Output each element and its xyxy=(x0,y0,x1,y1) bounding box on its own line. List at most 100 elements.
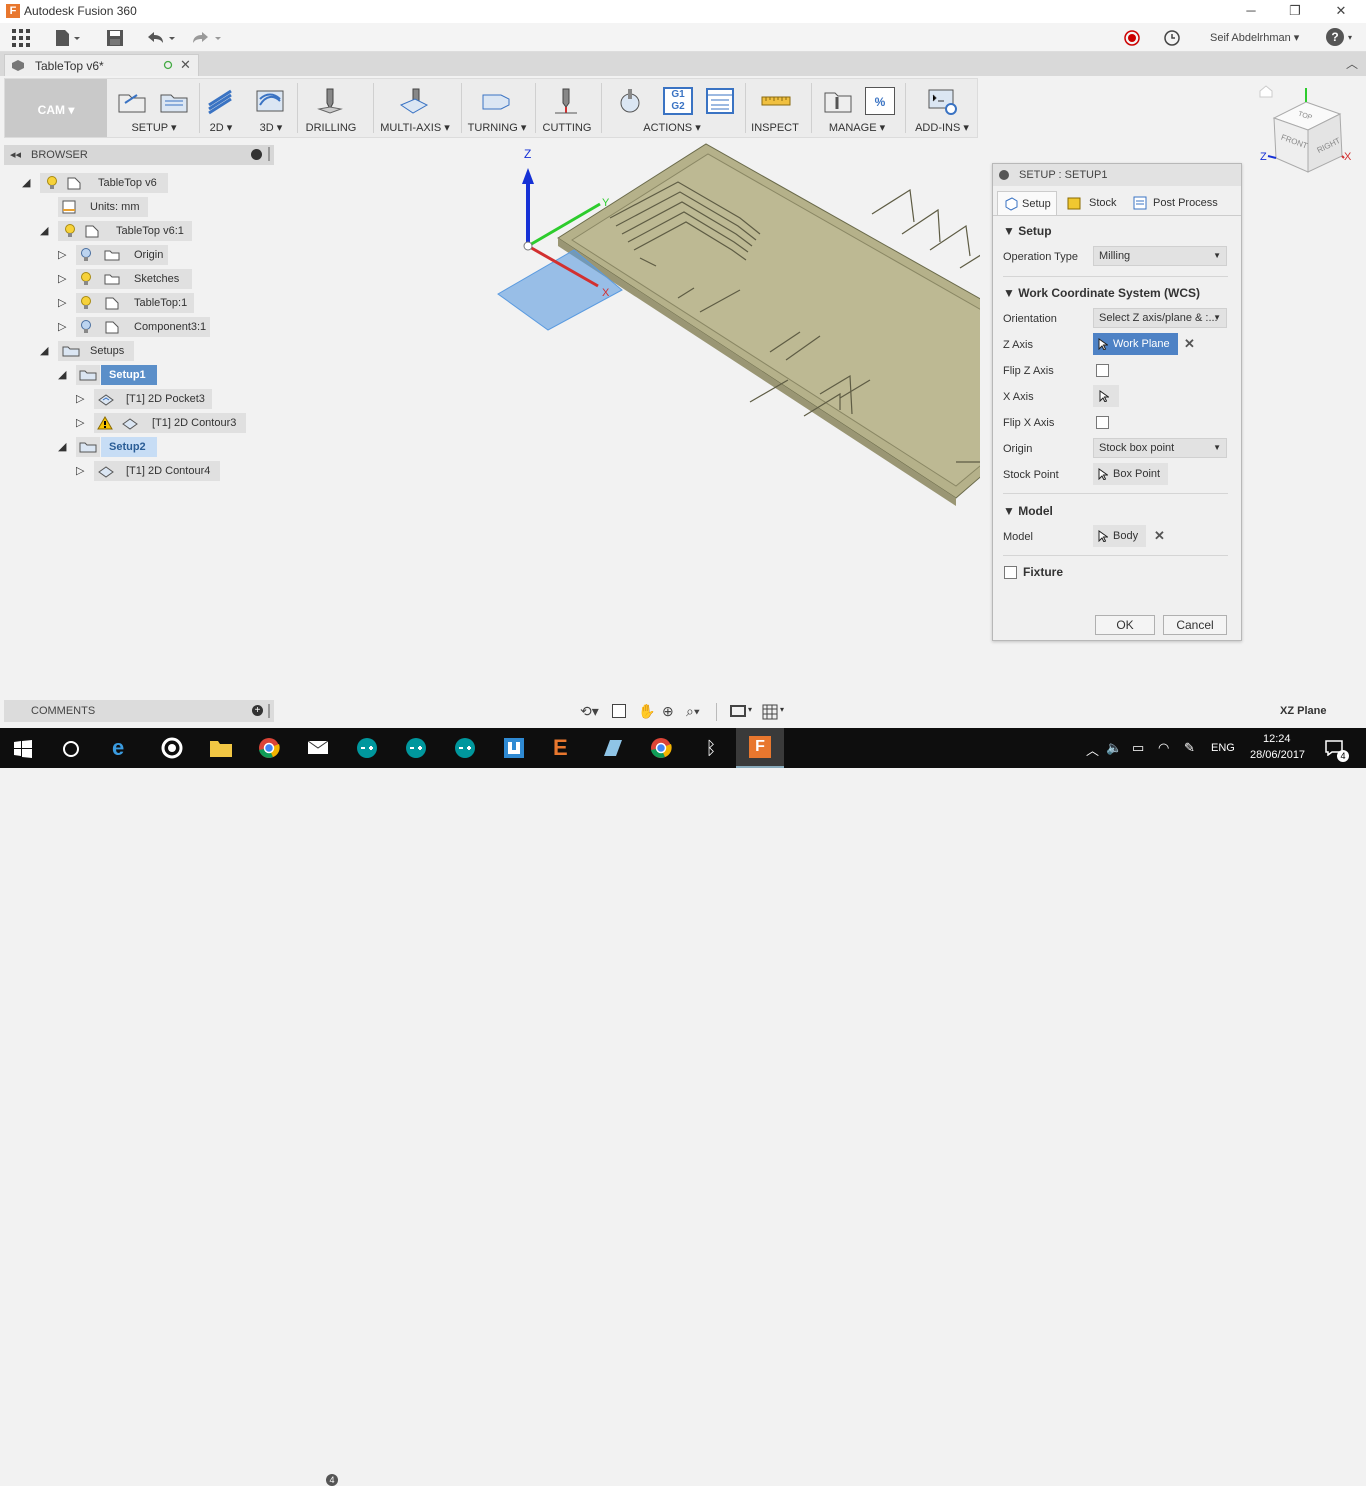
origin-point[interactable] xyxy=(523,241,533,251)
grid-icon[interactable] xyxy=(762,704,778,720)
multi-axis-group[interactable]: MULTI-AXIS ▾ xyxy=(377,79,453,137)
clock-date[interactable]: 28/06/2017 xyxy=(1250,749,1305,761)
tree-node-2d-pocket3[interactable]: [T1] 2D Pocket3 xyxy=(94,389,212,409)
grid-dropdown-icon[interactable]: ▾ xyxy=(780,705,784,714)
tray-expand-icon[interactable]: ︿ xyxy=(1086,740,1099,759)
dialog-title-bar[interactable]: SETUP : SETUP1 xyxy=(993,164,1241,186)
flip-z-checkbox[interactable] xyxy=(1096,364,1109,377)
wifi-icon[interactable]: ◠ xyxy=(1158,740,1169,756)
actions-group[interactable]: G1 G2 ACTIONS ▾ xyxy=(605,79,739,137)
tab-setup[interactable]: Setup xyxy=(997,191,1057,215)
record-icon[interactable] xyxy=(1124,30,1140,46)
workspace-switcher[interactable]: CAM ▾ xyxy=(5,79,107,137)
tree-node-tabletop-1[interactable]: TableTop:1 xyxy=(76,293,194,313)
cancel-button[interactable]: Cancel xyxy=(1163,615,1227,635)
section-setup-header[interactable]: ▼ Setup xyxy=(1003,224,1052,238)
close-window-button[interactable]: ✕ xyxy=(1318,0,1364,23)
expand-toggle[interactable]: ▷ xyxy=(76,417,88,429)
windows-start-icon[interactable] xyxy=(14,740,40,764)
tab-stock[interactable]: Stock xyxy=(1065,191,1127,215)
chevron-up-icon[interactable]: ︿ xyxy=(1346,55,1358,72)
section-wcs-header[interactable]: ▼ Work Coordinate System (WCS) xyxy=(1003,286,1200,300)
add-comment-icon[interactable]: + xyxy=(252,705,263,716)
save-icon[interactable] xyxy=(106,29,124,47)
visibility-bulb-icon[interactable] xyxy=(80,272,92,286)
arduino-icon-1[interactable] xyxy=(355,736,381,760)
pen-icon[interactable]: ✎ xyxy=(1184,740,1195,756)
expand-toggle[interactable]: ▷ xyxy=(58,249,70,261)
display-settings-dropdown-icon[interactable]: ▾ xyxy=(748,705,752,714)
cura-icon[interactable] xyxy=(600,736,626,760)
chrome-icon-2[interactable] xyxy=(649,736,675,760)
undo-icon[interactable] xyxy=(146,30,178,46)
input-language[interactable]: ENG xyxy=(1211,742,1235,754)
visibility-bulb-icon[interactable] xyxy=(46,176,58,190)
minimize-button[interactable]: ─ xyxy=(1228,0,1274,23)
expand-toggle[interactable]: ▷ xyxy=(76,465,88,477)
comments-panel[interactable]: COMMENTS + xyxy=(4,700,274,722)
x-axis-selection[interactable] xyxy=(1093,385,1119,407)
close-tab-icon[interactable]: ✕ xyxy=(180,57,191,73)
collapse-browser-icon[interactable]: ◂◂ xyxy=(10,148,21,161)
document-tab[interactable]: TableTop v6* ✕ xyxy=(4,54,199,76)
expand-toggle[interactable]: ◢ xyxy=(40,345,52,357)
cortana-search-icon[interactable] xyxy=(62,740,88,764)
volume-icon[interactable]: 🔈 xyxy=(1106,740,1122,756)
tree-node-root[interactable]: TableTop v6 xyxy=(40,173,168,193)
tab-post-process[interactable]: Post Process xyxy=(1131,191,1231,215)
fusion-taskbar-button[interactable]: F xyxy=(736,728,784,768)
browser-header[interactable]: ◂◂ BROWSER xyxy=(4,145,274,165)
bluetooth-icon[interactable]: ᛒ xyxy=(698,736,724,760)
edge-browser-icon[interactable]: e xyxy=(112,736,138,760)
visibility-bulb-icon[interactable] xyxy=(80,296,92,310)
visibility-bulb-icon[interactable] xyxy=(64,224,76,238)
manage-group[interactable]: % MANAGE ▾ xyxy=(815,79,899,137)
display-settings-icon[interactable] xyxy=(730,705,746,717)
operation-type-select[interactable]: Milling ▼ xyxy=(1093,246,1227,266)
dialog-collapse-icon[interactable] xyxy=(999,170,1009,180)
expand-toggle[interactable]: ▷ xyxy=(58,273,70,285)
model-selection[interactable]: Body xyxy=(1093,525,1147,547)
tree-node-setup2[interactable]: Setup2 xyxy=(101,437,157,457)
setup2-icon-cell[interactable] xyxy=(76,437,100,457)
add-ins-group[interactable]: ADD-INS ▾ xyxy=(909,79,975,137)
expand-toggle[interactable]: ◢ xyxy=(22,177,34,189)
settings-gear-icon[interactable] xyxy=(160,736,186,760)
expand-toggle[interactable]: ▷ xyxy=(76,393,88,405)
turning-group[interactable]: TURNING ▾ xyxy=(465,79,529,137)
expand-toggle[interactable]: ◢ xyxy=(58,441,70,453)
expand-toggle[interactable]: ▷ xyxy=(58,297,70,309)
view-cube[interactable]: TOP FRONT RIGHT Z X xyxy=(1258,80,1358,180)
expand-toggle[interactable]: ◢ xyxy=(58,369,70,381)
ok-button[interactable]: OK xyxy=(1095,615,1155,635)
help-icon[interactable]: ? xyxy=(1326,28,1344,46)
visibility-bulb-icon[interactable] xyxy=(80,248,92,262)
redo-icon[interactable] xyxy=(190,30,224,46)
3d-group[interactable]: 3D ▾ xyxy=(251,79,291,137)
app-window-icon[interactable] xyxy=(502,736,528,760)
z-axis-selection[interactable]: Work Plane xyxy=(1093,333,1178,355)
expand-toggle[interactable]: ▷ xyxy=(58,321,70,333)
origin-select[interactable]: Stock box point ▼ xyxy=(1093,438,1227,458)
setup1-icon-cell[interactable] xyxy=(76,365,100,385)
file-menu-icon[interactable] xyxy=(54,29,82,47)
orientation-select[interactable]: Select Z axis/plane & :... ▼ xyxy=(1093,308,1227,328)
user-menu[interactable]: Seif Abdelrhman ▾ xyxy=(1210,27,1299,49)
clear-model-icon[interactable]: ✕ xyxy=(1154,528,1165,544)
arduino-icon-3[interactable] xyxy=(453,736,479,760)
mail-icon[interactable] xyxy=(306,736,332,760)
tree-node-2d-contour4[interactable]: [T1] 2D Contour4 xyxy=(94,461,220,481)
orbit-icon[interactable]: ⟲▾ xyxy=(580,703,599,720)
tree-node-occurrence[interactable]: TableTop v6:1 xyxy=(58,221,192,241)
tree-node-sketches[interactable]: Sketches xyxy=(76,269,192,289)
fixture-checkbox[interactable] xyxy=(1004,566,1017,579)
fit-icon[interactable]: ⌕▾ xyxy=(686,703,700,720)
restore-button[interactable]: ❐ xyxy=(1272,0,1318,23)
2d-group[interactable]: 2D ▾ xyxy=(201,79,241,137)
file-explorer-icon[interactable] xyxy=(208,736,234,760)
tree-node-units[interactable]: Units: mm xyxy=(58,197,148,217)
help-dropdown-icon[interactable]: ▾ xyxy=(1348,27,1352,49)
drilling-group[interactable]: DRILLING xyxy=(301,79,361,137)
zoom-icon[interactable]: ⊕ xyxy=(662,703,674,720)
pan-icon[interactable]: ✋ xyxy=(638,703,655,720)
